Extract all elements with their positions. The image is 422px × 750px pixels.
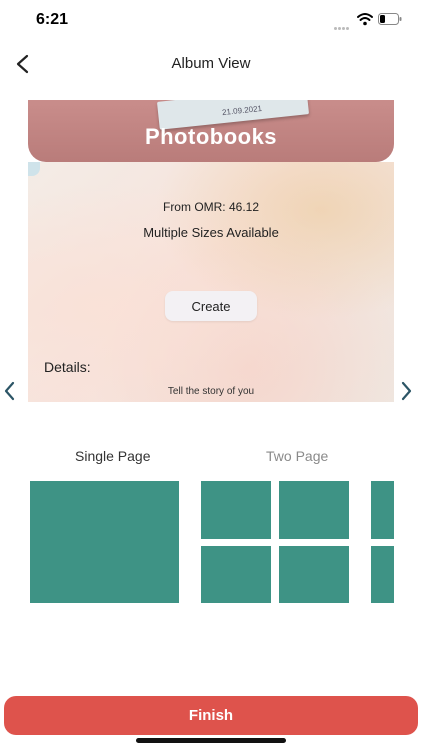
status-bar: 6:21	[0, 0, 422, 40]
details-heading: Details:	[44, 359, 91, 375]
banner-title: Photobooks	[144, 124, 278, 149]
photobooks-banner: Photobooks	[28, 100, 394, 162]
home-indicator	[136, 738, 286, 743]
layout-tile	[279, 481, 349, 539]
create-button[interactable]: Create	[165, 291, 257, 321]
finish-button[interactable]: Finish	[4, 696, 418, 735]
battery-icon	[378, 13, 402, 25]
sizes-label: Multiple Sizes Available	[143, 225, 279, 240]
layout-tile	[201, 546, 271, 603]
layout-tile	[371, 481, 394, 539]
layout-tile	[201, 481, 271, 539]
layout-tile	[279, 546, 349, 603]
price-label: From OMR: 46.12	[162, 200, 260, 214]
layout-tile	[371, 546, 394, 603]
page-title: Album View	[171, 55, 251, 72]
single-page-option[interactable]: Single Page	[75, 448, 151, 464]
previous-arrow-icon[interactable]	[2, 380, 18, 402]
two-page-option[interactable]: Two Page	[266, 448, 328, 464]
single-page-preview[interactable]	[30, 481, 179, 603]
status-time: 6:21	[36, 11, 69, 28]
product-details-card: From OMR: 46.12 Multiple Sizes Available…	[28, 162, 394, 402]
next-arrow-icon[interactable]	[398, 380, 414, 402]
product-tagline: Tell the story of you	[167, 386, 255, 397]
wifi-icon	[357, 13, 373, 26]
cellular-signal-icon	[334, 17, 352, 30]
